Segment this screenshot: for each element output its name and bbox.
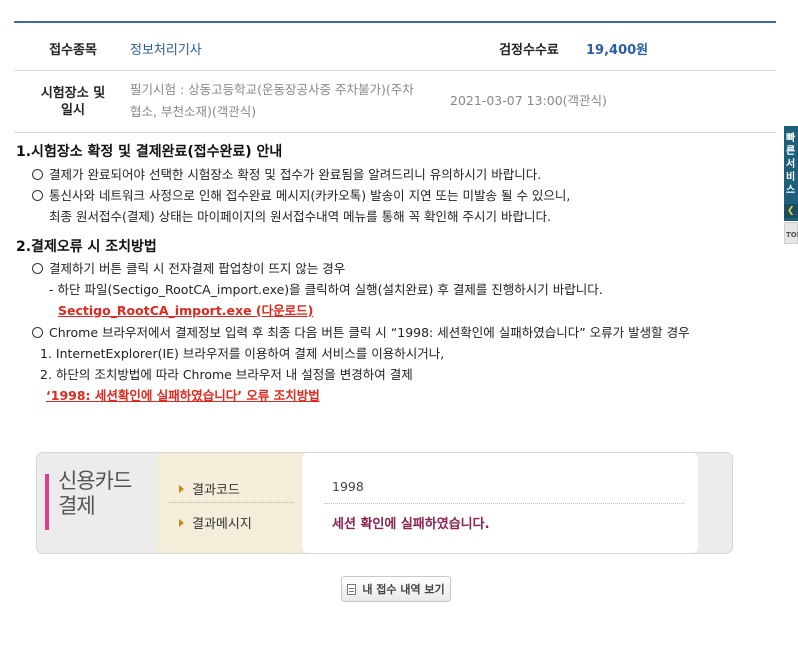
chevron-left-icon: ❮ xyxy=(787,206,795,216)
quick-service-banner[interactable]: 빠른서비스 ❮ xyxy=(784,126,798,221)
section1-title: 1.시험장소 확정 및 결제완료(접수완료) 안내 xyxy=(16,144,283,160)
arrow-right-icon xyxy=(179,485,184,493)
label-divider xyxy=(169,502,294,503)
result-code-label: 결과코드 xyxy=(179,479,240,498)
circle-bullet-icon xyxy=(32,169,43,180)
value-divider xyxy=(324,503,684,504)
subject-value: 정보처리기사 xyxy=(130,43,202,58)
circle-bullet-icon xyxy=(32,263,43,274)
download-link[interactable]: Sectigo_RootCA_import.exe (다운로드) xyxy=(58,300,313,319)
document-icon xyxy=(347,583,357,595)
result-message-value: 세션 확인에 실패하였습니다. xyxy=(332,517,490,532)
error-fix-link[interactable]: ‘1998: 세션확인에 실패하였습니다’ 오류 조치방법 xyxy=(46,385,320,404)
fee-label: 검정수수료 xyxy=(499,43,559,58)
view-my-applications-button[interactable]: 내 접수 내역 보기 xyxy=(341,576,451,602)
result-value-column: 1998 세션 확인에 실패하였습니다. xyxy=(302,453,698,553)
circle-bullet-icon xyxy=(32,190,43,201)
exam-info-table: 접수종목 정보처리기사 검정수수료 19,400원 시험장소 및 일시 필기시험… xyxy=(14,23,776,133)
result-message-label: 결과메시지 xyxy=(179,513,252,532)
fee-value: 19,400원 xyxy=(586,43,649,58)
quick-service-label: 빠른서비스 xyxy=(786,133,796,196)
circle-bullet-icon xyxy=(32,327,43,338)
section2-item2: Chrome 브라우저에서 결제정보 입력 후 최종 다음 버튼 클릭 시 “1… xyxy=(32,322,690,341)
payment-result-box: 신용카드 결제 결과코드 결과메시지 1998 세션 확인에 실패하였습니다. xyxy=(36,452,733,554)
section1-item2: 통신사와 네트워크 사정으로 인해 접수완료 메시지(카카오톡) 발송이 지연 … xyxy=(32,185,570,204)
section2-item2-option1: 1. InternetExplorer(IE) 브라우저를 이용하여 결제 서비… xyxy=(40,346,445,361)
banner-toggle[interactable]: ❮ xyxy=(784,204,798,218)
section2-item1: 결제하기 버튼 클릭 시 전자결제 팝업창이 뜨지 않는 경우 xyxy=(32,258,345,277)
section2-item1-detail: - 하단 파일(Sectigo_RootCA_import.exe)을 클릭하여… xyxy=(49,282,603,297)
section2-item2-option2: 2. 하단의 조치방법에 따라 Chrome 브라우저 내 설정을 변경하여 결… xyxy=(40,367,413,382)
place-label: 시험장소 및 일시 xyxy=(30,85,116,119)
top-label: TOP xyxy=(786,231,798,239)
exam-datetime: 2021-03-07 13:00(객관식) xyxy=(450,93,607,108)
arrow-right-icon xyxy=(179,519,184,527)
info-row-subject: 접수종목 정보처리기사 검정수수료 19,400원 xyxy=(14,23,776,71)
section1-item1: 결제가 완료되어야 선택한 시험장소 확정 및 접수가 완료됨을 알려드리니 유… xyxy=(32,164,541,183)
section1-item2-cont: 최종 원서접수(결제) 상태는 마이페이지의 원서접수내역 메뉴를 통해 꼭 확… xyxy=(49,209,551,224)
place-value-line2: 협소, 부천소재)(객관식) xyxy=(130,104,257,119)
card-payment-title-area: 신용카드 결제 xyxy=(37,453,157,553)
section2-title: 2.결제오류 시 조치방법 xyxy=(16,239,157,255)
card-payment-title: 신용카드 결제 xyxy=(58,469,132,518)
result-code-value: 1998 xyxy=(332,479,364,494)
place-value: 필기시험 : 상동고등학교(운동장공사중 주차불가)(주차 협소, 부천소재)(… xyxy=(130,79,440,123)
info-row-place: 시험장소 및 일시 필기시험 : 상동고등학교(운동장공사중 주차불가)(주차 … xyxy=(14,71,776,133)
result-label-column: 결과코드 결과메시지 xyxy=(157,453,302,553)
scroll-top-button[interactable]: TOP xyxy=(784,222,798,244)
accent-bar xyxy=(45,474,49,530)
place-value-line1: 필기시험 : 상동고등학교(운동장공사중 주차불가)(주차 xyxy=(130,82,414,97)
place-label-line2: 일시 xyxy=(61,103,85,118)
subject-label: 접수종목 xyxy=(49,43,97,58)
place-label-line1: 시험장소 및 xyxy=(40,86,106,101)
